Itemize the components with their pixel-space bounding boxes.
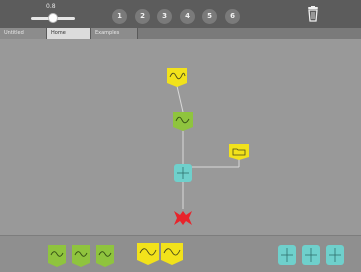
folder-node[interactable] bbox=[229, 144, 249, 160]
app-window: { "toolbar": { "slider_value": "0.8", "s… bbox=[0, 0, 361, 272]
top-toolbar: 0.8 1 2 3 4 5 6 bbox=[0, 0, 361, 28]
preset-button-3[interactable]: 3 bbox=[157, 9, 172, 24]
x-icon bbox=[174, 211, 192, 225]
delete-button[interactable] bbox=[306, 6, 320, 22]
tab-bar: Untitled Home Examples bbox=[0, 28, 361, 39]
flow-canvas[interactable] bbox=[0, 39, 361, 235]
tab-untitled[interactable]: Untitled bbox=[0, 28, 47, 39]
preset-button-1[interactable]: 1 bbox=[112, 9, 127, 24]
slider-handle[interactable] bbox=[48, 13, 58, 23]
tab-home[interactable]: Home bbox=[47, 28, 91, 39]
preset-button-6[interactable]: 6 bbox=[225, 9, 240, 24]
palette-green-block[interactable] bbox=[48, 245, 66, 267]
green-node[interactable] bbox=[173, 112, 193, 131]
palette-yellow-block[interactable] bbox=[161, 243, 183, 265]
red-node[interactable] bbox=[174, 211, 192, 225]
palette-green-block[interactable] bbox=[72, 245, 90, 267]
trash-icon bbox=[308, 6, 318, 22]
preset-button-4[interactable]: 4 bbox=[180, 9, 195, 24]
preset-button-2[interactable]: 2 bbox=[135, 9, 150, 24]
connector-line bbox=[176, 85, 184, 113]
palette-teal-block[interactable] bbox=[278, 245, 296, 265]
palette-blocks bbox=[48, 243, 344, 267]
palette-yellow-block[interactable] bbox=[137, 243, 159, 265]
block-palette bbox=[0, 235, 361, 272]
palette-teal-block[interactable] bbox=[302, 245, 320, 265]
teal-node[interactable] bbox=[174, 164, 192, 182]
slider-value: 0.8 bbox=[46, 3, 56, 10]
yellow-node[interactable] bbox=[167, 68, 187, 87]
palette-green-block[interactable] bbox=[96, 245, 114, 267]
tab-examples[interactable]: Examples bbox=[91, 28, 138, 39]
palette-teal-block[interactable] bbox=[326, 245, 344, 265]
preset-button-5[interactable]: 5 bbox=[202, 9, 217, 24]
flow-diagram bbox=[167, 68, 249, 225]
